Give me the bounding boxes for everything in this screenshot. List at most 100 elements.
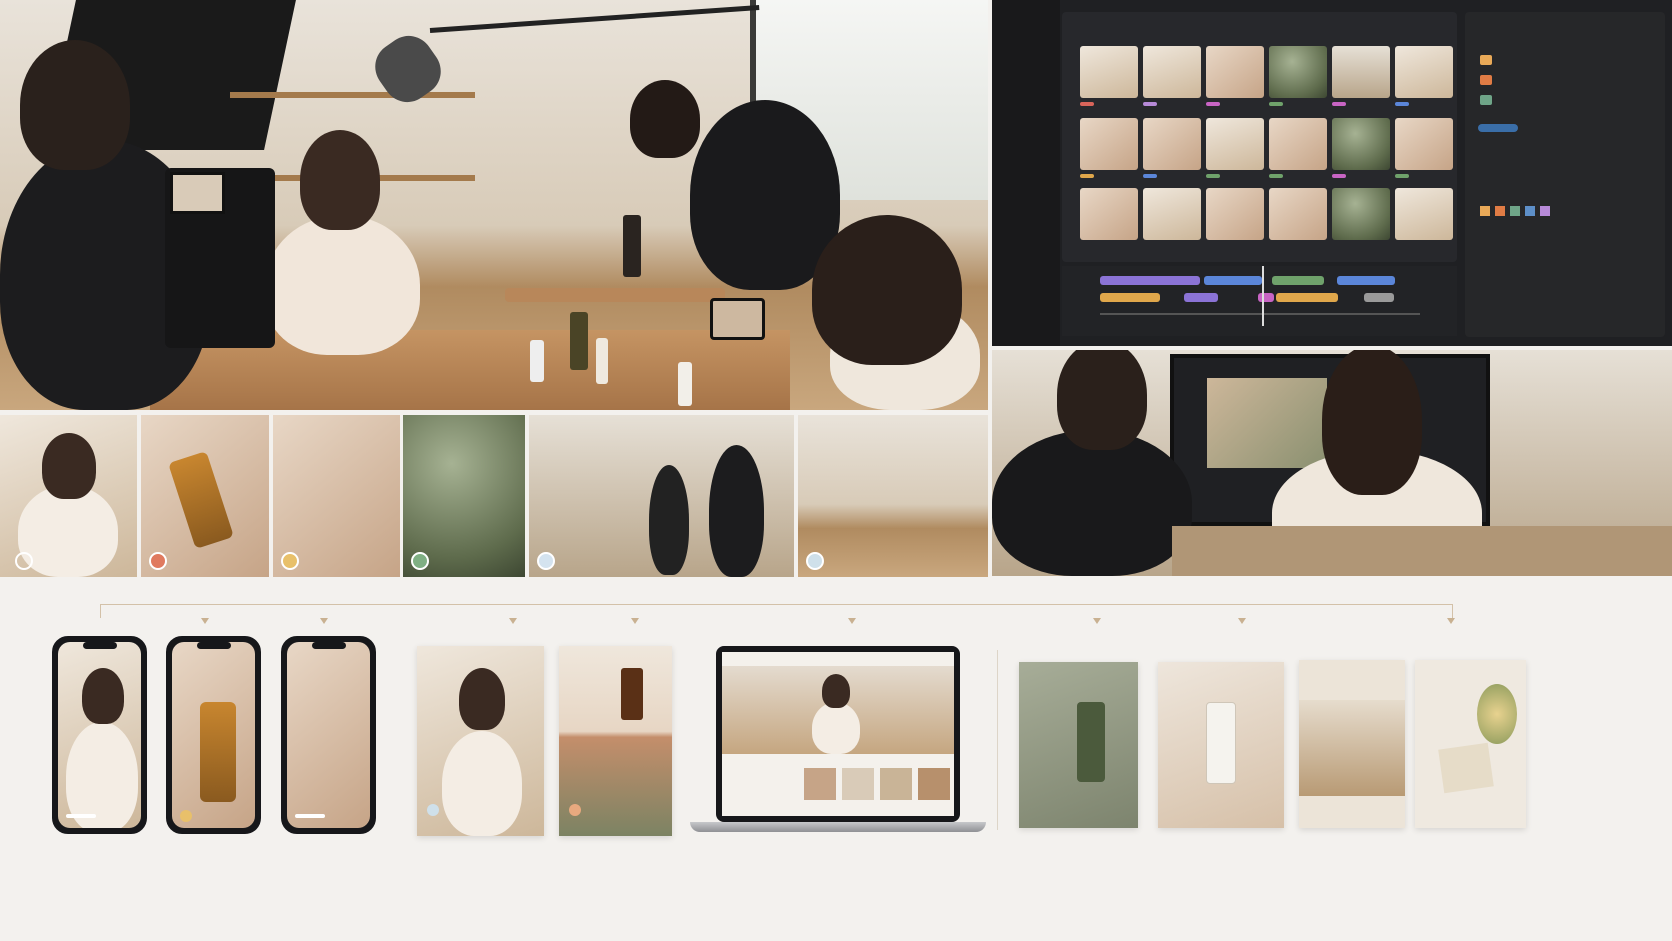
social-card[interactable] [417,646,544,836]
presenter-head [459,668,505,730]
laptop-base [690,822,986,832]
phone-notch [311,642,346,649]
thumbnail-tag [1269,102,1283,106]
playhead[interactable] [1262,266,1264,326]
timeline-clip[interactable] [1184,293,1218,302]
timeline-clip[interactable] [1100,293,1160,302]
thumbnail[interactable] [1143,118,1201,170]
social-card[interactable] [559,646,672,836]
print-card[interactable] [1415,660,1526,828]
connector-line [100,604,1452,605]
swatch[interactable] [1510,206,1520,216]
phone-screen [58,642,141,828]
swatch[interactable] [1480,206,1490,216]
timeline-clip[interactable] [1276,293,1338,302]
thumbnail[interactable] [1395,188,1453,240]
editor-woman-head [1322,350,1422,495]
thumbnail[interactable] [1206,46,1264,98]
folder-icon[interactable] [1480,95,1492,105]
camera-operator-head [20,40,130,170]
desk [1172,526,1672,576]
phone-mockup[interactable] [52,636,147,834]
thumbnail[interactable] [1269,46,1327,98]
website-thumbnail[interactable] [804,768,836,800]
clip-color-dot [149,552,167,570]
thumbnail[interactable] [1332,118,1390,170]
timeline-clip[interactable] [1204,276,1262,285]
clip-color-dot [806,552,824,570]
thumbnail[interactable] [1395,118,1453,170]
folder-icon[interactable] [1480,75,1492,85]
thumbnail[interactable] [1080,46,1138,98]
phone-mockup[interactable] [281,636,376,834]
editor-sidebar [992,0,1060,346]
presenter [812,702,860,754]
website-thumbnail[interactable] [880,768,912,800]
crew-member [649,465,689,575]
thumbnail[interactable] [1080,118,1138,170]
phone-mockup[interactable] [166,636,261,834]
website-thumbnail[interactable] [842,768,874,800]
website-thumbnail[interactable] [918,768,950,800]
clip-leaf[interactable] [403,415,525,577]
arrow-icon [848,618,856,624]
thumbnail[interactable] [1143,188,1201,240]
laptop-screen [722,652,954,816]
timeline-clip[interactable] [1364,293,1394,302]
thumbnail[interactable] [1206,188,1264,240]
phone-screen [172,642,255,828]
timeline-clip[interactable] [1337,276,1395,285]
connector-drop [100,604,101,618]
swatch[interactable] [1495,206,1505,216]
gimbal-phone [710,298,765,340]
thumbnail[interactable] [1143,46,1201,98]
clip-hands[interactable] [273,415,400,577]
thumbnail[interactable] [1269,118,1327,170]
thumbnail[interactable] [1332,46,1390,98]
swatch[interactable] [1525,206,1535,216]
timeline-track [1100,313,1420,315]
clip-crew[interactable] [529,415,794,577]
bottle [623,215,641,277]
editor-man-head [1057,350,1147,450]
presenter-head [300,130,380,230]
print-card[interactable] [1299,660,1405,828]
thumbnail[interactable] [1206,118,1264,170]
thumbnail[interactable] [1080,188,1138,240]
phone-operator-head [812,215,962,365]
thumbnail[interactable] [1332,188,1390,240]
thumbnail[interactable] [1269,188,1327,240]
clip-color-dot [281,552,299,570]
thumbnail-tag [1143,102,1157,106]
thumbnail[interactable] [1395,46,1453,98]
editing-software-screenshot [992,0,1672,346]
inspector-button[interactable] [1478,124,1518,132]
serum-bottle [1206,702,1236,784]
timeline-clip[interactable] [1100,276,1200,285]
thumbnail-tag [1206,102,1220,106]
clip-interview[interactable] [0,415,137,577]
clip-room[interactable] [798,415,988,577]
progress-bar[interactable] [295,814,325,818]
paper-envelope [1438,742,1494,794]
print-card[interactable] [1019,662,1138,828]
serum-bottle [1077,702,1105,782]
timeline-clip[interactable] [1272,276,1324,285]
clip-color-dot [537,552,555,570]
divider [997,650,998,830]
arrow-icon [320,618,328,624]
thumbnail-tag [1395,102,1409,106]
phone-notch [82,642,117,649]
bottle [570,312,588,370]
timeline-clip[interactable] [1258,293,1274,302]
thumbnail-tag [1395,174,1409,178]
monitor-thumbnails [1207,378,1327,468]
flower-bouquet [1477,684,1517,744]
swatch[interactable] [1540,206,1550,216]
clip-serum[interactable] [141,415,269,577]
print-card[interactable] [1158,662,1284,828]
folder-icon[interactable] [1480,55,1492,65]
editing-desk-photo [992,350,1672,576]
progress-bar[interactable] [66,814,96,818]
presenter [265,215,420,355]
